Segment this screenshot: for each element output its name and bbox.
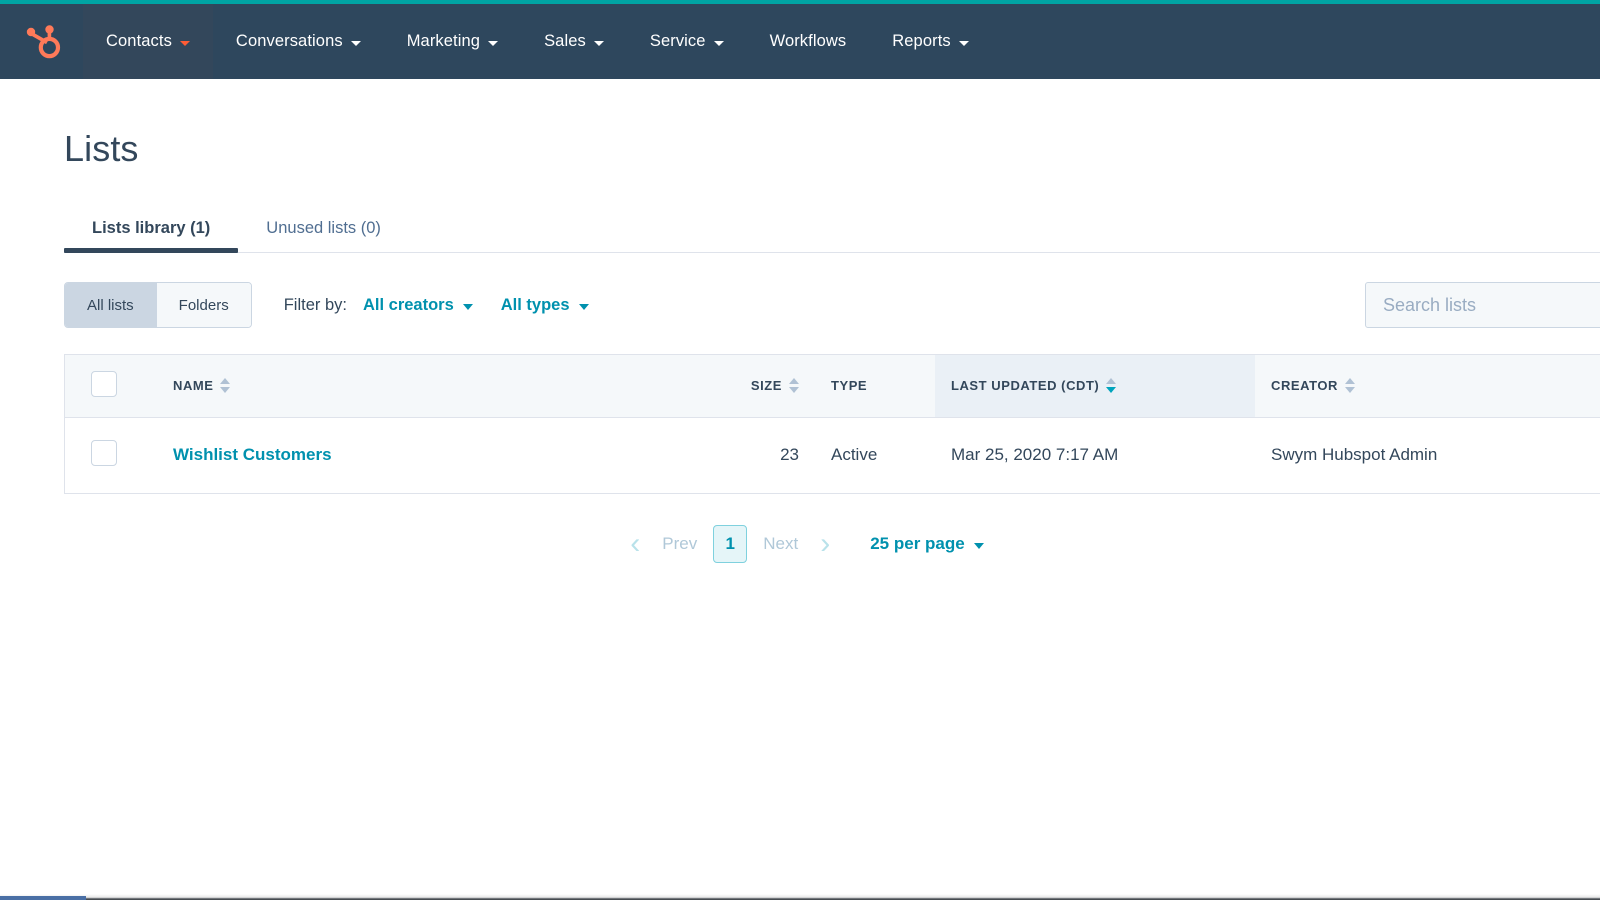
sort-asc-icon [220,378,231,385]
nav-item-label: Workflows [769,32,847,50]
tab-lists-library[interactable]: Lists library (1) [64,219,239,253]
chevron-down-icon [462,303,473,310]
sort-desc-icon [1106,387,1117,394]
chevron-down-icon [578,303,589,310]
sort-icon[interactable] [220,378,231,394]
header-label: NAME [173,378,214,394]
tab-label: Lists library (1) [92,219,211,237]
pagination-prev-arrow-icon[interactable]: ‹ [616,529,654,559]
row-type-cell: Active [831,445,878,465]
nav-item-marketing[interactable]: Marketing [384,4,521,79]
nav-item-label: Contacts [106,32,172,50]
header-label: SIZE [750,378,782,394]
pagination-next-label[interactable]: Next [755,534,806,554]
header-label: LAST UPDATED (CDT) [951,378,1100,394]
pagination-controls: ‹ Prev 1 Next › 25 per page [64,522,1536,566]
view-toggle-group: All lists Folders [64,282,252,328]
sort-desc-icon [220,387,231,394]
sort-icon[interactable] [1344,378,1355,394]
sort-asc-icon [1344,378,1355,385]
toggle-label: Folders [178,296,229,314]
nav-item-workflows[interactable]: Workflows [747,4,870,79]
search-container [1365,282,1600,328]
header-label: TYPE [831,378,868,394]
nav-item-label: Service [649,32,706,50]
nav-items: Contacts Conversations Marketing Sales S… [83,4,1600,79]
filter-all-creators-dropdown[interactable]: All creators [363,296,473,315]
window-bottom-edge [0,894,1600,900]
chevron-down-icon [488,40,499,46]
sort-icon[interactable] [789,378,799,394]
window-bottom-accent [0,896,86,900]
row-name-cell: Wishlist Customers [157,417,697,493]
nav-item-label: Reports [892,32,951,50]
header-size[interactable]: SIZE [697,355,815,418]
filter-controls: Filter by: All creators All types [284,296,617,315]
per-page-dropdown[interactable]: 25 per page [870,534,984,554]
chevron-down-icon [713,40,724,46]
nav-item-service[interactable]: Service [627,4,747,79]
per-page-label: 25 per page [870,534,965,553]
sort-asc-icon [789,378,799,385]
list-name-link[interactable]: Wishlist Customers [173,445,332,464]
table-body: Wishlist Customers 23 Active Mar 25, 202… [65,417,1600,493]
search-input[interactable] [1365,282,1600,328]
table-row[interactable]: Wishlist Customers 23 Active Mar 25, 202… [65,417,1600,493]
chevron-down-icon [593,40,604,46]
filter-label-text: All types [500,295,570,314]
page-content: Lists Lists library (1) Unused lists (0)… [0,79,1600,900]
header-label: CREATOR [1271,378,1338,394]
row-updated-cell: Mar 25, 2020 7:17 AM [951,445,1119,465]
filter-by-label: Filter by: [283,295,347,314]
row-select-cell [65,417,157,493]
chevron-down-icon [958,40,969,46]
row-size-cell: 23 [780,445,799,465]
header-select-all [65,355,157,418]
sort-desc-icon [789,387,799,394]
pagination-page-1[interactable]: 1 [713,525,748,563]
tab-unused-lists[interactable]: Unused lists (0) [238,219,409,252]
hubspot-sprocket-logo-icon [26,24,60,58]
page-title: Lists [64,128,139,169]
nav-item-label: Marketing [406,32,481,50]
chevron-down-icon [350,40,361,46]
row-checkbox[interactable] [91,439,117,466]
filter-all-types-dropdown[interactable]: All types [501,296,589,315]
hubspot-logo-button[interactable] [0,4,83,79]
top-navigation-bar: Contacts Conversations Marketing Sales S… [0,0,1600,79]
toggle-label: All lists [87,296,134,314]
lists-table-container: NAME SIZE TYPE LAST UPDATED (CDT) CREATO… [64,354,1600,494]
app-viewport: Contacts Conversations Marketing Sales S… [0,0,1600,900]
filter-label-text: All creators [362,295,454,314]
chevron-down-icon [973,542,984,549]
tab-label: Unused lists (0) [266,219,381,237]
nav-item-conversations[interactable]: Conversations [213,4,384,79]
sort-icon-active[interactable] [1106,378,1117,394]
header-name[interactable]: NAME [157,355,697,418]
header-type: TYPE [815,355,935,418]
tab-bar: Lists library (1) Unused lists (0) [64,205,1600,253]
chevron-down-icon [179,40,190,46]
toggle-all-lists[interactable]: All lists [65,283,156,327]
header-creator[interactable]: CREATOR [1255,355,1600,418]
sort-desc-icon [1344,387,1355,394]
nav-item-contacts[interactable]: Contacts [83,4,213,79]
lists-table: NAME SIZE TYPE LAST UPDATED (CDT) CREATO… [65,355,1600,493]
table-header-row: NAME SIZE TYPE LAST UPDATED (CDT) CREATO… [65,355,1600,418]
pagination-next-arrow-icon[interactable]: › [806,529,844,559]
select-all-checkbox[interactable] [91,371,117,398]
nav-item-label: Conversations [235,32,343,50]
toggle-folders[interactable]: Folders [155,283,251,327]
row-creator-cell: Swym Hubspot Admin [1271,445,1438,465]
table-header: NAME SIZE TYPE LAST UPDATED (CDT) CREATO… [65,355,1600,418]
filter-toolbar: All lists Folders Filter by: All creator… [64,282,1600,328]
nav-item-sales[interactable]: Sales [521,4,627,79]
pagination-prev-label[interactable]: Prev [654,534,705,554]
nav-item-reports[interactable]: Reports [869,4,991,79]
sort-asc-icon [1106,378,1117,385]
nav-item-label: Sales [544,32,586,50]
header-last-updated[interactable]: LAST UPDATED (CDT) [935,355,1255,418]
